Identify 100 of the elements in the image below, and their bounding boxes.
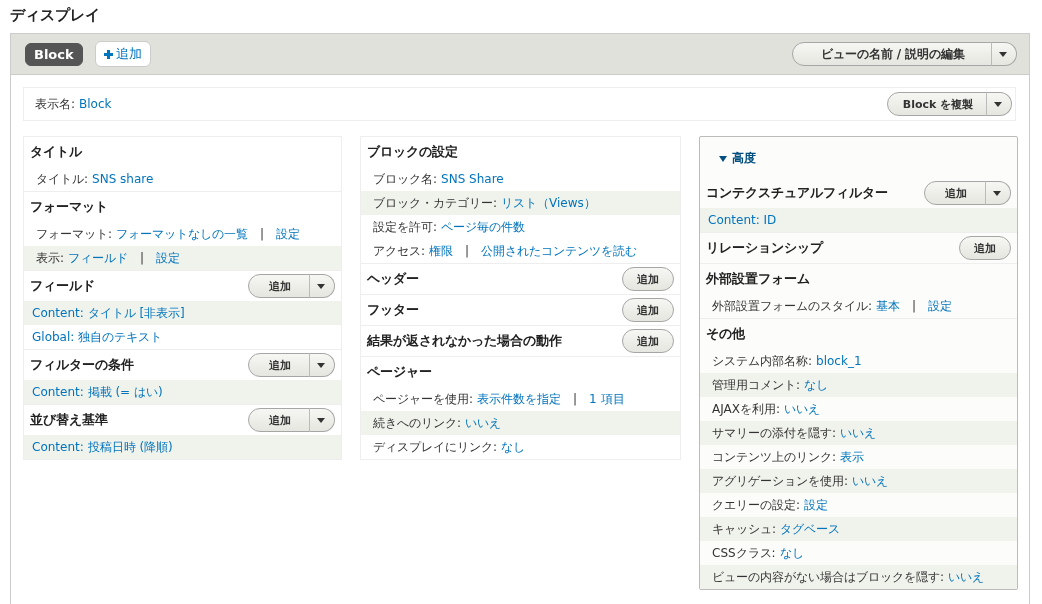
setting-link[interactable]: Content: ID — [708, 213, 777, 227]
setting-link[interactable]: いいえ — [852, 472, 889, 490]
setting-link[interactable]: フォーマットなしの一覧 — [116, 225, 249, 243]
display-tab[interactable]: Block — [25, 42, 83, 66]
display-name-link[interactable]: Block — [79, 97, 112, 111]
setting-link[interactable]: いいえ — [840, 424, 877, 442]
caret-icon — [317, 362, 325, 368]
setting-link[interactable]: Content: タイトル [非表示] — [32, 304, 185, 322]
add-button[interactable]: 追加 — [248, 353, 310, 377]
field-label: 続きへのリンク: — [373, 414, 462, 432]
caret-icon — [317, 283, 325, 289]
section-title: フィルターの条件 — [30, 356, 134, 374]
page-heading: ディスプレイ — [10, 6, 101, 25]
setting-link[interactable]: リスト（Views） — [501, 194, 596, 212]
section-title: 外部設置フォーム — [706, 270, 810, 288]
field-label: CSSクラス: — [712, 544, 776, 562]
setting-link[interactable]: いいえ — [465, 414, 502, 432]
add-button[interactable]: 追加 — [248, 408, 310, 432]
section-title: ページャー — [367, 363, 432, 381]
add-button[interactable]: 追加 — [622, 329, 674, 353]
field-label: クエリーの設定: — [712, 496, 801, 514]
separator: | — [260, 227, 265, 241]
field-label: システム内部名称: — [712, 352, 813, 370]
add-button[interactable]: 追加 — [959, 236, 1011, 260]
caret-icon — [994, 101, 1002, 107]
separator: | — [912, 299, 917, 313]
field-label: ディスプレイにリンク: — [373, 438, 498, 456]
dropdown-toggle[interactable] — [986, 92, 1012, 116]
dropdown-toggle[interactable] — [309, 408, 335, 432]
setting-link[interactable]: 設定 — [156, 249, 181, 267]
setting-link[interactable]: なし — [779, 544, 804, 562]
setting-link[interactable]: Global: 独自のテキスト — [32, 328, 163, 346]
section-title: 並び替え基準 — [30, 411, 108, 429]
field-label: ビューの内容がない場合はブロックを隠す: — [712, 568, 945, 586]
section-title: フォーマット — [30, 198, 108, 216]
caret-icon — [993, 190, 1001, 196]
field-label: AJAXを利用: — [712, 400, 780, 418]
setting-link[interactable]: 設定 — [928, 297, 953, 315]
setting-link[interactable]: タグベース — [780, 520, 841, 538]
dropdown-toggle[interactable] — [985, 181, 1011, 205]
setting-link[interactable]: ページ毎の件数 — [441, 218, 526, 236]
field-label: サマリーの添付を隠す: — [712, 424, 837, 442]
separator: | — [465, 244, 470, 258]
section-title: 結果が返されなかった場合の動作 — [367, 332, 562, 350]
setting-link[interactable]: 設定 — [804, 496, 829, 514]
setting-link[interactable]: なし — [501, 438, 526, 456]
setting-link[interactable]: Content: 投稿日時 (降順) — [32, 438, 173, 456]
section-title: ヘッダー — [367, 270, 419, 288]
section-title: リレーションシップ — [706, 239, 823, 257]
setting-link[interactable]: いいえ — [784, 400, 820, 418]
advanced-toggle[interactable]: 高度 — [700, 137, 756, 178]
field-label: キャッシュ: — [712, 520, 777, 538]
add-button[interactable]: 追加 — [924, 181, 986, 205]
caret-icon — [317, 417, 325, 423]
setting-link[interactable]: 権限 — [429, 242, 454, 260]
section-title: タイトル — [30, 143, 82, 161]
add-button[interactable]: 追加 — [622, 267, 674, 291]
field-label: 管理用コメント: — [712, 376, 801, 394]
setting-link[interactable]: フィールド — [68, 249, 129, 267]
add-display-button[interactable]: 追加 — [94, 41, 151, 67]
add-button[interactable]: 追加 — [248, 274, 310, 298]
field-label: 表示: — [36, 249, 65, 267]
section-title: フッター — [367, 301, 419, 319]
field-label: ブロック名: — [373, 170, 438, 188]
setting-link[interactable]: 基本 — [876, 297, 901, 315]
dropdown-toggle[interactable] — [309, 353, 335, 377]
field-label: アクセス: — [373, 242, 426, 260]
edit-view-button[interactable]: ビューの名前 / 説明の編集 — [792, 42, 992, 66]
section-title: ブロックの設定 — [367, 143, 458, 161]
setting-link[interactable]: 1 項目 — [589, 390, 625, 408]
separator: | — [573, 392, 578, 406]
down-triangle-icon — [719, 154, 727, 163]
field-label: 設定を許可: — [373, 218, 438, 236]
separator: | — [140, 251, 145, 265]
setting-link[interactable]: SNS Share — [441, 172, 504, 186]
duplicate-button[interactable]: Block を複製 — [887, 92, 987, 116]
setting-link[interactable]: SNS share — [92, 172, 154, 186]
section-title: その他 — [706, 325, 745, 343]
dropdown-toggle[interactable] — [991, 42, 1017, 66]
field-label: コンテンツ上のリンク: — [712, 448, 837, 466]
dropdown-toggle[interactable] — [309, 274, 335, 298]
caret-icon — [999, 51, 1007, 57]
field-label: フォーマット: — [36, 225, 113, 243]
setting-link[interactable]: 公開されたコンテンツを読む — [481, 242, 638, 260]
add-button[interactable]: 追加 — [622, 298, 674, 322]
setting-link[interactable]: 表示 — [840, 448, 865, 466]
field-label: ブロック・カテゴリー: — [373, 194, 498, 212]
setting-link[interactable]: Content: 掲載 (= はい) — [32, 383, 163, 401]
setting-link[interactable]: 表示件数を指定 — [477, 390, 562, 408]
section-title: フィールド — [30, 277, 95, 295]
setting-link[interactable]: いいえ — [948, 568, 985, 586]
section-title: コンテクスチュアルフィルター — [706, 184, 888, 202]
setting-link[interactable]: block_1 — [816, 354, 862, 368]
setting-link[interactable]: 設定 — [276, 225, 301, 243]
field-label: タイトル: — [36, 170, 89, 188]
field-label: アグリゲーションを使用: — [712, 472, 849, 490]
setting-link[interactable]: なし — [804, 376, 829, 394]
field-label: 表示名: — [35, 95, 76, 113]
field-label: ページャーを使用: — [373, 390, 474, 408]
field-label: 外部設置フォームのスタイル: — [712, 297, 873, 315]
